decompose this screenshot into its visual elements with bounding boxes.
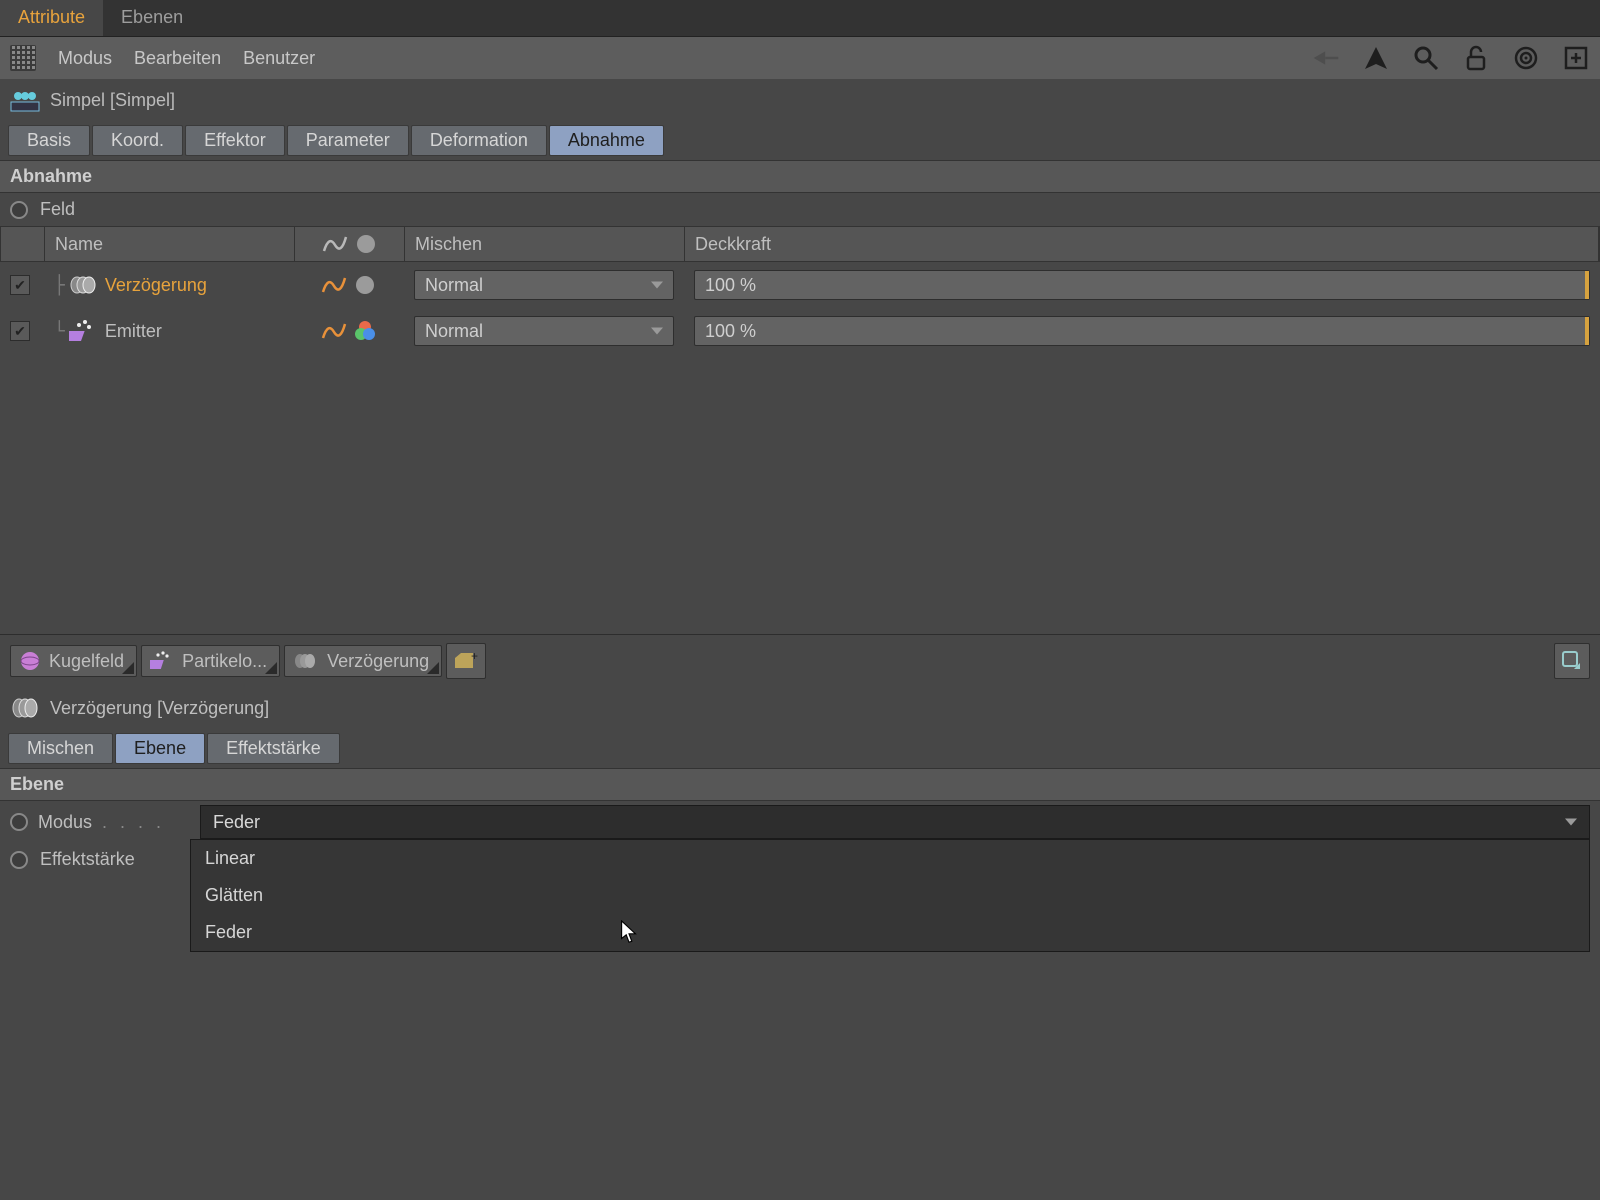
row-name[interactable]: Emitter (105, 321, 162, 342)
modus-option-glaetten[interactable]: Glätten (191, 877, 1589, 914)
menu-modus[interactable]: Modus (58, 48, 112, 69)
value-channel-icon[interactable] (321, 320, 347, 342)
label-dots: . . . . (102, 812, 165, 833)
anim-dot-icon[interactable] (10, 201, 28, 219)
row-mix-dropdown[interactable]: Normal (414, 270, 674, 300)
tab-basis[interactable]: Basis (8, 125, 90, 156)
row-opacity-field[interactable]: 100 % (694, 316, 1590, 346)
tab-koord[interactable]: Koord. (92, 125, 183, 156)
tab-mischen[interactable]: Mischen (8, 733, 113, 764)
field-list-header: Name Mischen Deckkraft (0, 226, 1600, 262)
color-channel-icon[interactable] (353, 319, 377, 343)
field-list-empty-area[interactable] (0, 354, 1600, 634)
tab-attribute[interactable]: Attribute (0, 0, 103, 36)
sub-attribute-tabs: Mischen Ebene Effektstärke (0, 729, 1600, 768)
prop-feld: Feld (0, 193, 1600, 226)
goto-object-button[interactable] (1554, 643, 1590, 679)
modus-dropdown[interactable]: Feder (200, 805, 1590, 839)
anim-dot-icon[interactable] (10, 813, 28, 831)
label-effektstaerke: Effektstärke (40, 849, 135, 870)
object-type-icon (10, 88, 40, 112)
delay-field-icon (10, 696, 40, 720)
emitter-field-icon (69, 319, 97, 343)
modus-dropdown-menu: Linear Glätten Feder (190, 839, 1590, 952)
object-title: Simpel [Simpel] (50, 90, 175, 111)
field-row[interactable]: ✔ └ Emitter Normal 100 % (0, 308, 1600, 354)
header-name: Name (45, 227, 295, 261)
header-mischen: Mischen (405, 227, 685, 261)
section-header-ebene: Ebene (0, 768, 1600, 801)
tab-deformation[interactable]: Deformation (411, 125, 547, 156)
row-enable-checkbox[interactable]: ✔ (10, 275, 30, 295)
label-modus: Modus (38, 812, 92, 833)
menu-benutzer[interactable]: Benutzer (243, 48, 315, 69)
section-header-abnahme: Abnahme (0, 160, 1600, 193)
lock-open-icon[interactable] (1462, 44, 1490, 72)
field-row[interactable]: ✔ ├ Verzögerung Normal 100 % (0, 262, 1600, 308)
crumb-verzoegerung[interactable]: Verzögerung (284, 645, 442, 677)
tree-line-icon: ├ (54, 275, 65, 296)
crumb-partikelobjekt[interactable]: Partikelo... (141, 645, 280, 677)
menu-bar: Modus Bearbeiten Benutzer (0, 37, 1600, 79)
color-channel-icon[interactable] (353, 273, 377, 297)
header-enable (1, 227, 45, 261)
sub-object-header: Verzögerung [Verzögerung] (0, 687, 1600, 729)
tab-effektor[interactable]: Effektor (185, 125, 285, 156)
target-icon[interactable] (1512, 44, 1540, 72)
field-list: Name Mischen Deckkraft ✔ ├ Verzögerung N… (0, 226, 1600, 354)
back-arrow-icon[interactable] (1312, 44, 1340, 72)
tab-parameter[interactable]: Parameter (287, 125, 409, 156)
crumb-label: Kugelfeld (49, 651, 124, 672)
svg-text:+: + (471, 650, 478, 663)
field-breadcrumb: Kugelfeld Partikelo... Verzögerung + (0, 634, 1600, 687)
search-icon[interactable] (1412, 44, 1440, 72)
tree-line-icon: └ (54, 321, 65, 342)
tab-ebene[interactable]: Ebene (115, 733, 205, 764)
tab-abnahme[interactable]: Abnahme (549, 125, 664, 156)
row-mix-dropdown[interactable]: Normal (414, 316, 674, 346)
prop-modus: Modus . . . . Feder Linear Glätten Feder (0, 801, 1600, 843)
anim-dot-icon[interactable] (10, 851, 28, 869)
attribute-tabs: Basis Koord. Effektor Parameter Deformat… (0, 121, 1600, 160)
header-channel-icons (295, 227, 405, 261)
row-opacity-field[interactable]: 100 % (694, 270, 1590, 300)
tab-ebenen[interactable]: Ebenen (103, 0, 201, 36)
object-header: Simpel [Simpel] (0, 79, 1600, 121)
sub-object-title: Verzögerung [Verzögerung] (50, 698, 269, 719)
modus-option-feder[interactable]: Feder (191, 914, 1589, 951)
modus-option-linear[interactable]: Linear (191, 840, 1589, 877)
crumb-label: Verzögerung (327, 651, 429, 672)
tab-effektstaerke[interactable]: Effektstärke (207, 733, 340, 764)
crumb-label: Partikelo... (182, 651, 267, 672)
menu-bearbeiten[interactable]: Bearbeiten (134, 48, 221, 69)
add-field-button[interactable]: + (446, 643, 486, 679)
up-arrow-icon[interactable] (1362, 44, 1390, 72)
grid-icon[interactable] (10, 45, 36, 71)
value-channel-icon[interactable] (321, 274, 347, 296)
add-panel-icon[interactable] (1562, 44, 1590, 72)
header-deckkraft: Deckkraft (685, 227, 1599, 261)
delay-field-icon (69, 273, 97, 297)
panel-tab-strip: Attribute Ebenen (0, 0, 1600, 37)
label-feld: Feld (40, 199, 75, 220)
row-name[interactable]: Verzögerung (105, 275, 207, 296)
crumb-kugelfeld[interactable]: Kugelfeld (10, 645, 137, 677)
row-enable-checkbox[interactable]: ✔ (10, 321, 30, 341)
